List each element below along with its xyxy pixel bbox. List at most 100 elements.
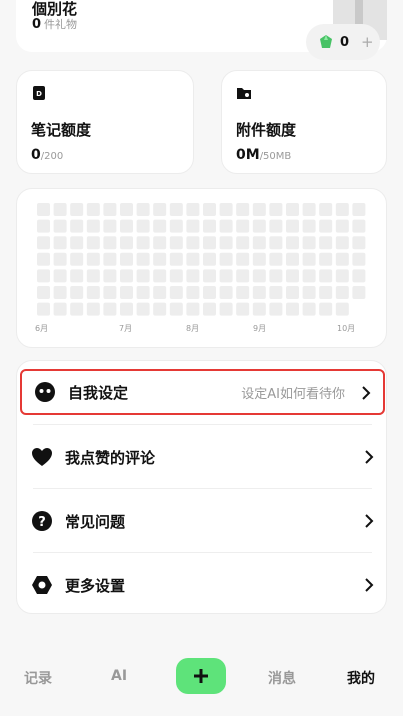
heatmap-cell (136, 302, 150, 316)
heatmap-cell (302, 219, 316, 233)
menu-item-liked-comments[interactable]: 我点赞的评论 (17, 425, 388, 489)
heatmap-cell (286, 302, 299, 316)
menu-item-more-settings[interactable]: 更多设置 (17, 553, 388, 617)
heatmap-cell (153, 236, 167, 250)
heatmap-cell (86, 302, 100, 316)
heatmap-cell (53, 269, 67, 283)
heatmap-cell (136, 286, 150, 299)
heatmap-cell (153, 269, 167, 283)
heatmap-cell (136, 219, 150, 233)
heatmap-cell (186, 286, 200, 299)
heatmap-cell (335, 203, 349, 216)
heatmap-cell (286, 269, 299, 283)
heatmap-cell (203, 286, 216, 299)
heatmap-grid (37, 203, 366, 316)
heatmap-cell (53, 236, 67, 250)
menu-item-persona-hint: 设定AI如何看待你 (241, 386, 345, 402)
menu-item-faq[interactable]: ? 常见问题 (17, 489, 388, 553)
heatmap-cell (70, 203, 84, 216)
gem-balance-button[interactable]: 0 + (306, 24, 380, 60)
heatmap-cell (70, 269, 84, 283)
heatmap-cell (120, 219, 133, 233)
heatmap-cell (153, 219, 167, 233)
heatmap-month-label: 8月 (186, 324, 200, 333)
heatmap-cell (286, 286, 299, 299)
heatmap-cell (203, 203, 216, 216)
heatmap-cell (352, 269, 366, 283)
attachments-quota-card[interactable]: 附件额度 0M/50MB (221, 70, 387, 174)
heatmap-month-label: 7月 (119, 324, 133, 333)
heatmap-cell (120, 269, 133, 283)
heatmap-cell (252, 236, 266, 250)
heatmap-cell (236, 252, 250, 266)
heatmap-cell (37, 236, 50, 250)
attachments-quota-value: 0M/50MB (236, 147, 291, 163)
heatmap-cell (103, 286, 117, 299)
tab-records[interactable]: 记录 (24, 668, 52, 688)
gift-count-label: 件礼物 (44, 18, 78, 31)
chevron-right-icon (365, 450, 374, 464)
heatmap-cell (169, 302, 183, 316)
tab-ai[interactable]: AI (111, 668, 127, 684)
heatmap-cell (335, 219, 349, 233)
menu-item-faq-label: 常见问题 (65, 512, 126, 531)
heatmap-cell (70, 236, 84, 250)
heatmap-cell (203, 302, 216, 316)
heatmap-cell (236, 302, 250, 316)
notes-quota-used: 0 (31, 147, 41, 163)
heatmap-cell (103, 302, 117, 316)
heatmap-cell (352, 286, 366, 299)
menu-list: 自我设定 设定AI如何看待你 我点赞的评论 ? 常见问题 更多设置 (16, 360, 387, 614)
heatmap-month-label: 10月 (337, 324, 356, 333)
heatmap-cell (136, 269, 150, 283)
heatmap-cell (169, 286, 183, 299)
heatmap-cell (302, 252, 316, 266)
heatmap-cell (169, 236, 183, 250)
heatmap-cell (236, 286, 250, 299)
heart-icon (31, 446, 53, 468)
add-gem-icon: + (361, 33, 374, 51)
heatmap-cell (252, 219, 266, 233)
menu-item-persona-label: 自我设定 (68, 383, 129, 402)
notebook-icon: D (33, 86, 45, 100)
chevron-right-icon (365, 578, 374, 592)
question-icon: ? (31, 510, 53, 532)
heatmap-cell (37, 269, 50, 283)
heatmap-cell (302, 236, 316, 250)
heatmap-cell (70, 302, 84, 316)
heatmap-cell (169, 203, 183, 216)
heatmap-cell (319, 286, 333, 299)
heatmap-cell (203, 236, 216, 250)
heatmap-cell (186, 219, 200, 233)
heatmap-cell (120, 286, 133, 299)
tab-messages[interactable]: 消息 (268, 668, 296, 688)
heatmap-month-label: 9月 (253, 324, 267, 333)
heatmap-cell (219, 302, 233, 316)
notes-quota-value: 0/200 (31, 147, 63, 163)
heatmap-cell (252, 269, 266, 283)
heatmap-cell (70, 252, 84, 266)
heatmap-cell (302, 302, 316, 316)
heatmap-cell (103, 269, 117, 283)
heatmap-cell (120, 252, 133, 266)
heatmap-cell (120, 203, 133, 216)
heatmap-cell (236, 269, 250, 283)
notes-quota-card[interactable]: D 笔记额度 0/200 (16, 70, 194, 174)
heatmap-cell (186, 236, 200, 250)
svg-text:D: D (36, 90, 42, 98)
tab-mine[interactable]: 我的 (347, 668, 375, 688)
heatmap-cell (103, 203, 117, 216)
add-button[interactable] (176, 658, 226, 694)
heatmap-cell (203, 269, 216, 283)
heatmap-cell (153, 203, 167, 216)
heatmap-cell (53, 302, 67, 316)
heatmap-cell (269, 252, 283, 266)
attachments-quota-used: 0M (236, 147, 260, 163)
gem-icon (320, 35, 332, 48)
menu-item-persona[interactable]: 自我设定 设定AI如何看待你 (20, 369, 385, 415)
heatmap-cell (53, 203, 67, 216)
heatmap-cell (153, 286, 167, 299)
activity-heatmap: 6月 7月 8月 9月 10月 (16, 188, 387, 348)
heatmap-cell (120, 236, 133, 250)
chevron-right-icon (362, 386, 371, 400)
